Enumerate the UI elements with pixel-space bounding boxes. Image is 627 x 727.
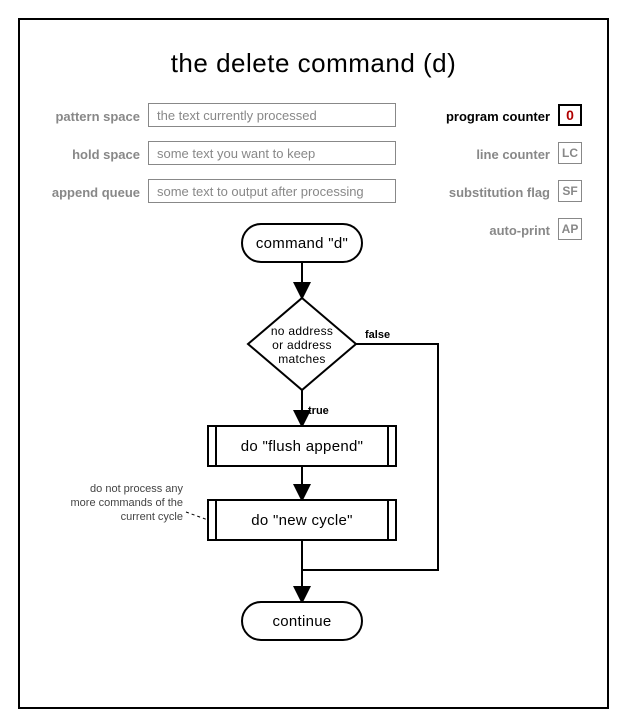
outer-frame: the delete command (d) pattern space the… (18, 18, 609, 709)
label-true: true (308, 405, 329, 417)
node-proc2-text: do "new cycle" (251, 512, 353, 529)
annotation-leader (186, 512, 208, 520)
diagram-canvas: the delete command (d) pattern space the… (0, 0, 627, 727)
node-start-text: command "d" (256, 235, 348, 252)
decision-line3: matches (278, 352, 325, 366)
decision-line2: or address (272, 338, 332, 352)
node-end-text: continue (272, 613, 331, 630)
node-proc1-text: do "flush append" (241, 438, 364, 455)
label-false: false (365, 329, 390, 341)
decision-line1: no address (271, 324, 333, 338)
flowchart-svg: command "d" no address or address matche… (20, 20, 611, 711)
